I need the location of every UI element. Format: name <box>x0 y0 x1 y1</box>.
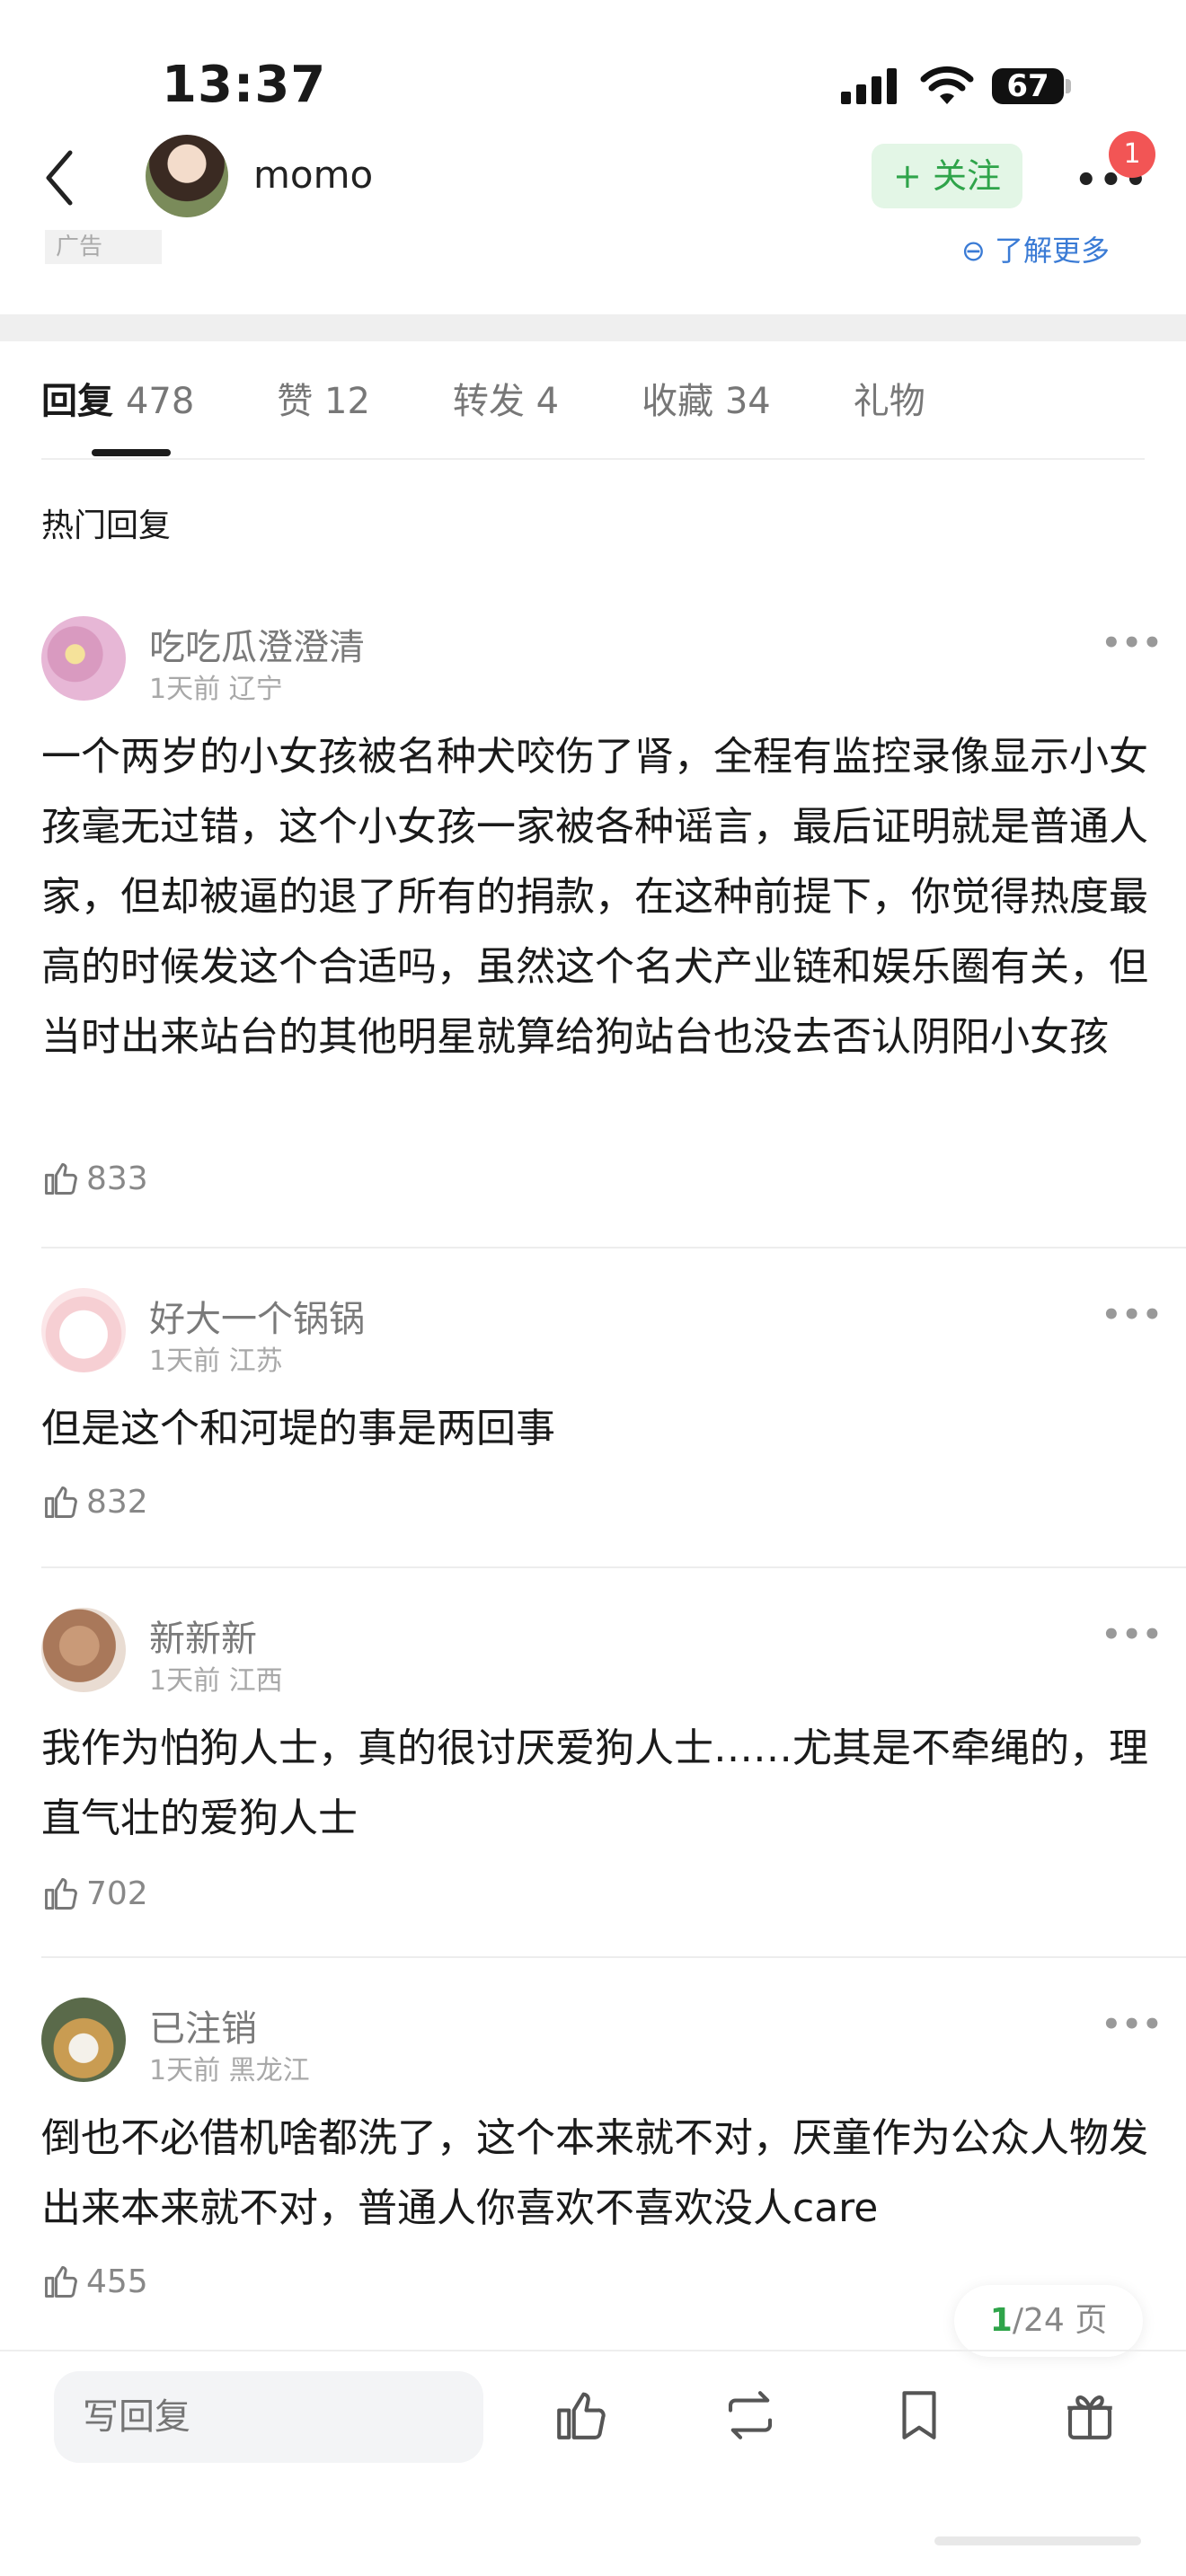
comment-more-icon[interactable]: ••• <box>1102 625 1163 661</box>
ad-tag: 广告 <box>45 230 162 264</box>
commenter-avatar[interactable] <box>41 616 126 701</box>
comment-time: 1天前 <box>149 1665 221 1697</box>
tab-likes[interactable]: 赞 12 <box>277 372 370 424</box>
comment-more-icon[interactable]: ••• <box>1102 2007 1163 2042</box>
arrow-circle-icon: ⊖ <box>961 234 995 268</box>
tab-bar: 回复 478 赞 12 转发 4 收藏 34 礼物 <box>41 372 1008 424</box>
home-indicator <box>934 2536 1141 2545</box>
commenter-name[interactable]: 已注销 <box>149 1999 257 2051</box>
comment-meta: 1天前 江苏 <box>149 1338 283 1378</box>
comment-more-icon[interactable]: ••• <box>1102 1297 1163 1333</box>
author-avatar[interactable] <box>146 135 228 217</box>
comment-separator <box>41 1247 1186 1248</box>
comment-location: 黑龙江 <box>228 2055 310 2086</box>
gift-icon[interactable] <box>1060 2386 1120 2445</box>
tab-replies[interactable]: 回复 478 <box>41 372 194 424</box>
notification-badge: 1 <box>1109 131 1155 178</box>
like-post-icon[interactable] <box>552 2386 611 2445</box>
active-tab-indicator <box>92 449 171 456</box>
comment-separator <box>41 1566 1186 1568</box>
pagination-indicator[interactable]: 1/24 页 <box>954 2285 1143 2357</box>
tab-favorites[interactable]: 收藏 34 <box>642 372 771 424</box>
ad-learn-more-link[interactable]: ⊖ 了解更多 <box>961 228 1110 269</box>
comment-more-icon[interactable]: ••• <box>1102 1617 1163 1653</box>
thumbs-up-icon <box>45 1486 77 1518</box>
comment-time: 1天前 <box>149 1345 221 1377</box>
comment-time: 1天前 <box>149 2055 221 2086</box>
commenter-avatar[interactable] <box>41 1998 126 2082</box>
tab-label: 收藏 <box>642 381 714 422</box>
comment-location: 辽宁 <box>228 674 283 705</box>
tab-count: 12 <box>324 381 370 422</box>
wifi-icon <box>920 66 974 104</box>
comment-separator <box>41 1956 1186 1958</box>
comment-text: 但是这个和河堤的事是两回事 <box>41 1406 555 1451</box>
comment-meta: 1天前 辽宁 <box>149 666 283 706</box>
comment-location: 江苏 <box>228 1345 283 1377</box>
tab-label: 礼物 <box>853 381 925 422</box>
bookmark-icon[interactable] <box>890 2386 949 2445</box>
comment-location: 江西 <box>228 1665 283 1697</box>
tab-label: 赞 <box>277 381 314 422</box>
tab-reposts[interactable]: 转发 4 <box>453 372 559 424</box>
thumbs-up-icon <box>45 1877 77 1910</box>
tab-count: 4 <box>535 381 560 422</box>
follow-button[interactable]: + 关注 <box>872 144 1022 208</box>
comment-text: 倒也不必借机啥都洗了，这个本来就不对，厌童作为公众人物发出来本来就不对，普通人你… <box>41 2115 1148 2231</box>
like-button[interactable]: 455 <box>41 2262 148 2301</box>
total-pages: /24 页 <box>1012 2302 1108 2339</box>
like-button[interactable]: 832 <box>41 1482 148 1522</box>
like-button[interactable]: 702 <box>41 1874 148 1913</box>
commenter-avatar[interactable] <box>41 1288 126 1372</box>
commenter-name[interactable]: 新新新 <box>149 1610 257 1662</box>
tabs-divider <box>41 458 1145 460</box>
battery-tip <box>1066 79 1071 93</box>
section-divider <box>0 314 1186 341</box>
back-icon[interactable] <box>41 149 77 207</box>
author-name[interactable]: momo <box>253 153 373 197</box>
tab-count: 34 <box>724 381 771 422</box>
tab-count: 478 <box>125 381 195 422</box>
current-page: 1 <box>989 2302 1013 2339</box>
tab-gifts[interactable]: 礼物 <box>854 372 925 424</box>
ad-label: 广告 <box>56 234 103 260</box>
like-count: 702 <box>86 1875 148 1912</box>
battery-indicator: 67 <box>992 68 1064 104</box>
section-title: 热门回复 <box>41 507 172 544</box>
like-count: 833 <box>86 1160 148 1197</box>
status-time: 13:37 <box>162 56 327 114</box>
ad-more-label: 了解更多 <box>994 234 1110 268</box>
tab-label: 回复 <box>41 381 113 422</box>
thumbs-up-icon <box>45 1162 77 1195</box>
bottom-bar-divider <box>0 2350 1186 2351</box>
commenter-name[interactable]: 吃吃瓜澄澄清 <box>149 618 365 670</box>
comment-meta: 1天前 黑龙江 <box>149 2048 310 2087</box>
thumbs-up-icon <box>45 2265 77 2298</box>
commenter-avatar[interactable] <box>41 1608 126 1692</box>
comment-text: 一个两岁的小女孩被名种犬咬伤了肾，全程有监控录像显示小女孩毫无过错，这个小女孩一… <box>41 734 1148 1060</box>
comment-time: 1天前 <box>149 674 221 705</box>
reply-input[interactable] <box>54 2371 483 2463</box>
like-count: 455 <box>86 2263 148 2300</box>
repost-icon[interactable] <box>721 2386 780 2445</box>
comment-meta: 1天前 江西 <box>149 1658 283 1698</box>
comment-text: 我作为怕狗人士，真的很讨厌爱狗人士……尤其是不牵绳的，理直气壮的爱狗人士 <box>41 1725 1148 1841</box>
cellular-signal-icon <box>841 68 897 104</box>
commenter-name[interactable]: 好大一个锅锅 <box>149 1290 365 1342</box>
like-button[interactable]: 833 <box>41 1159 148 1198</box>
tab-label: 转发 <box>452 381 525 422</box>
like-count: 832 <box>86 1483 148 1521</box>
